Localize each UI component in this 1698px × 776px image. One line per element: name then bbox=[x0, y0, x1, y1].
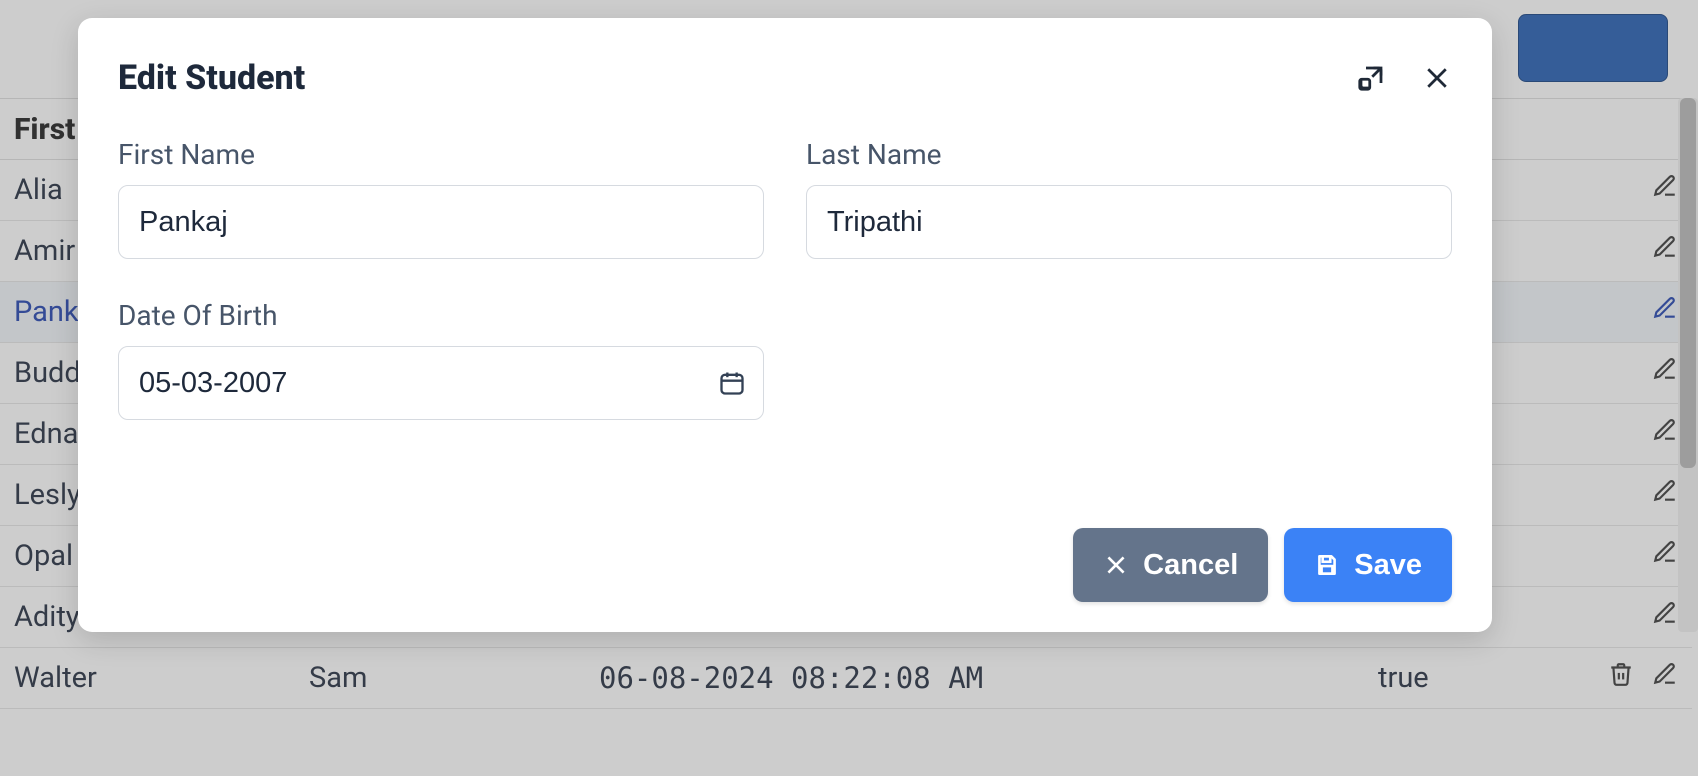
save-button-label: Save bbox=[1354, 549, 1422, 582]
modal-actions: Cancel Save bbox=[118, 508, 1452, 602]
modal-header-actions bbox=[1356, 63, 1452, 93]
edit-student-modal: Edit Student First Name Last Name Date O… bbox=[78, 18, 1492, 632]
form-grid: First Name Last Name Date Of Birth bbox=[118, 138, 1452, 420]
dob-label: Date Of Birth bbox=[118, 299, 764, 332]
close-icon[interactable] bbox=[1422, 63, 1452, 93]
dob-input[interactable] bbox=[118, 346, 764, 420]
x-icon bbox=[1103, 552, 1129, 578]
cancel-button-label: Cancel bbox=[1143, 549, 1238, 582]
dob-field-group: Date Of Birth bbox=[118, 299, 764, 420]
first-name-field-group: First Name bbox=[118, 138, 764, 259]
modal-title: Edit Student bbox=[118, 58, 305, 98]
modal-header: Edit Student bbox=[118, 58, 1452, 98]
first-name-input[interactable] bbox=[118, 185, 764, 259]
cancel-button[interactable]: Cancel bbox=[1073, 528, 1268, 602]
last-name-field-group: Last Name bbox=[806, 138, 1452, 259]
last-name-label: Last Name bbox=[806, 138, 1452, 171]
last-name-input[interactable] bbox=[806, 185, 1452, 259]
save-icon bbox=[1314, 552, 1340, 578]
maximize-icon[interactable] bbox=[1356, 63, 1386, 93]
save-button[interactable]: Save bbox=[1284, 528, 1452, 602]
first-name-label: First Name bbox=[118, 138, 764, 171]
